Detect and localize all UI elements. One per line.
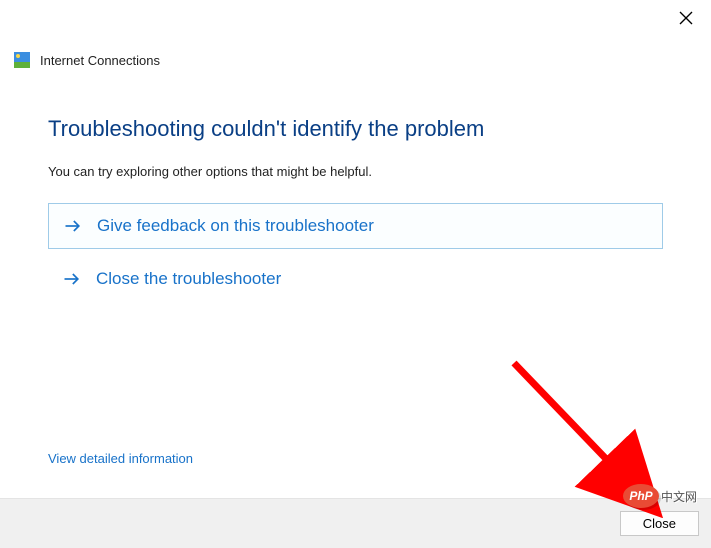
window-close-button[interactable] <box>679 13 693 27</box>
title-row: Internet Connections <box>0 40 711 68</box>
page-heading: Troubleshooting couldn't identify the pr… <box>48 116 663 142</box>
network-troubleshooter-icon <box>14 52 30 68</box>
option-label: Give feedback on this troubleshooter <box>97 216 374 236</box>
arrow-right-icon <box>63 216 83 236</box>
page-subtext: You can try exploring other options that… <box>48 164 663 179</box>
window-title: Internet Connections <box>40 53 160 68</box>
close-button[interactable]: Close <box>620 511 699 536</box>
option-close-troubleshooter[interactable]: Close the troubleshooter <box>48 257 663 301</box>
footer-bar: Close <box>0 498 711 548</box>
close-icon <box>679 11 693 30</box>
arrow-right-icon <box>62 269 82 289</box>
window-topbar <box>0 0 711 40</box>
option-give-feedback[interactable]: Give feedback on this troubleshooter <box>48 203 663 249</box>
view-detailed-information-link[interactable]: View detailed information <box>48 451 193 466</box>
option-label: Close the troubleshooter <box>96 269 281 289</box>
content-area: Troubleshooting couldn't identify the pr… <box>0 68 711 301</box>
annotation-arrow-icon <box>499 348 669 518</box>
